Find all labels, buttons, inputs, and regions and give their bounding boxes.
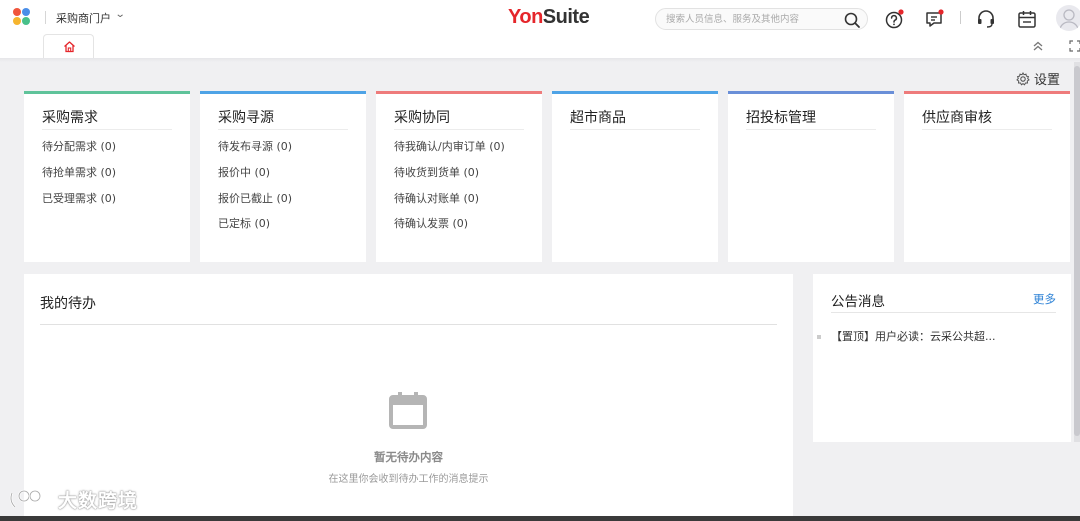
card-item[interactable]: 报价中 (0) [218, 164, 270, 180]
todo-title: 我的待办 [40, 296, 96, 312]
divider [831, 312, 1056, 313]
divider [746, 129, 876, 130]
avatar[interactable] [1056, 5, 1080, 31]
card-accent-bar [552, 91, 718, 94]
watermark: 大数跨境 [8, 486, 138, 513]
gear-icon [1016, 71, 1030, 86]
app-launcher-icon[interactable] [13, 8, 33, 26]
help-icon[interactable] [884, 8, 906, 30]
settings-label: 设置 [1034, 73, 1061, 88]
card-item[interactable]: 已受理需求 (0) [42, 190, 116, 206]
card-mall-products: 超市商品 [552, 91, 718, 262]
todo-panel: 我的待办 暂无待办内容 在这里你会收到待办工作的消息提示 [24, 274, 793, 521]
card-item[interactable]: 待分配需求 (0) [42, 138, 116, 154]
home-icon [64, 41, 75, 53]
card-purchase-demand: 采购需求 待分配需求 (0) 待抢单需求 (0) 已受理需求 (0) [24, 91, 190, 262]
brand-suite: Suite [542, 6, 590, 28]
search-icon[interactable] [843, 11, 861, 29]
window-bottom-edge [0, 516, 1080, 521]
card-accent-bar [904, 91, 1070, 94]
card-item[interactable]: 待确认发票 (0) [394, 215, 468, 231]
divider [40, 324, 777, 325]
top-bar: 采购商门户 ⌄ YonSuite [0, 0, 1080, 36]
card-item[interactable]: 待抢单需求 (0) [42, 164, 116, 180]
customer-service-icon[interactable] [975, 8, 997, 30]
scrollbar[interactable] [1074, 62, 1080, 442]
tab-strip [0, 36, 1080, 58]
settings-button[interactable]: 设置 [1016, 69, 1060, 88]
calendar-icon[interactable] [1016, 8, 1038, 30]
card-item[interactable]: 待我确认/内审订单 (0) [394, 138, 505, 154]
card-supplier-review: 供应商审核 [904, 91, 1070, 262]
empty-title: 暂无待办内容 [374, 450, 443, 464]
divider [45, 11, 46, 24]
search-box [655, 8, 868, 30]
divider [394, 129, 524, 130]
card-title: 供应商审核 [922, 110, 992, 126]
card-purchase-collaboration: 采购协同 待我确认/内审订单 (0) 待收货到货单 (0) 待确认对账单 (0)… [376, 91, 542, 262]
card-item[interactable]: 报价已截止 (0) [218, 190, 292, 206]
divider [922, 129, 1052, 130]
card-item[interactable]: 待收货到货单 (0) [394, 164, 479, 180]
divider [960, 11, 961, 24]
divider [0, 58, 1080, 62]
scrollbar-thumb[interactable] [1074, 66, 1080, 436]
divider [570, 129, 700, 130]
card-accent-bar [200, 91, 366, 94]
card-accent-bar [728, 91, 894, 94]
notice-item-text: 【置顶】用户必读：云采公共超... [831, 330, 996, 343]
watermark-logo-icon [9, 489, 42, 508]
card-title: 超市商品 [570, 110, 626, 126]
message-icon[interactable] [924, 8, 946, 30]
notice-panel: 公告消息 更多 【置顶】用户必读：云采公共超... [813, 274, 1071, 442]
card-title: 招投标管理 [746, 110, 816, 126]
divider [218, 129, 348, 130]
more-link[interactable]: 更多 [1033, 291, 1056, 307]
divider [42, 129, 172, 130]
portal-switcher[interactable]: 采购商门户 [56, 10, 111, 26]
card-item[interactable]: 已定标 (0) [218, 215, 270, 231]
tab-home[interactable] [43, 34, 94, 59]
card-accent-bar [24, 91, 190, 94]
card-bidding-management: 招投标管理 [728, 91, 894, 262]
chevron-down-icon[interactable]: ⌄ [115, 9, 126, 20]
card-title: 采购协同 [394, 110, 450, 126]
card-accent-bar [376, 91, 542, 94]
bullet-icon [817, 335, 821, 339]
empty-hint: 在这里你会收到待办工作的消息提示 [328, 474, 489, 485]
empty-calendar-icon [389, 392, 427, 429]
fullscreen-icon[interactable] [1069, 40, 1080, 52]
card-purchase-sourcing: 采购寻源 待发布寻源 (0) 报价中 (0) 报价已截止 (0) 已定标 (0) [200, 91, 366, 262]
card-item[interactable]: 待确认对账单 (0) [394, 190, 479, 206]
card-title: 采购需求 [42, 110, 98, 126]
brand-logo: YonSuite [508, 6, 590, 29]
card-item[interactable]: 待发布寻源 (0) [218, 138, 292, 154]
notice-item[interactable]: 【置顶】用户必读：云采公共超... [817, 328, 996, 344]
brand-yon: Yon [508, 6, 543, 28]
watermark-text: 大数跨境 [58, 490, 139, 512]
card-title: 采购寻源 [218, 110, 274, 126]
chevron-up-double-icon[interactable] [1031, 40, 1045, 52]
search-input[interactable] [666, 11, 836, 27]
notice-title: 公告消息 [831, 294, 885, 310]
